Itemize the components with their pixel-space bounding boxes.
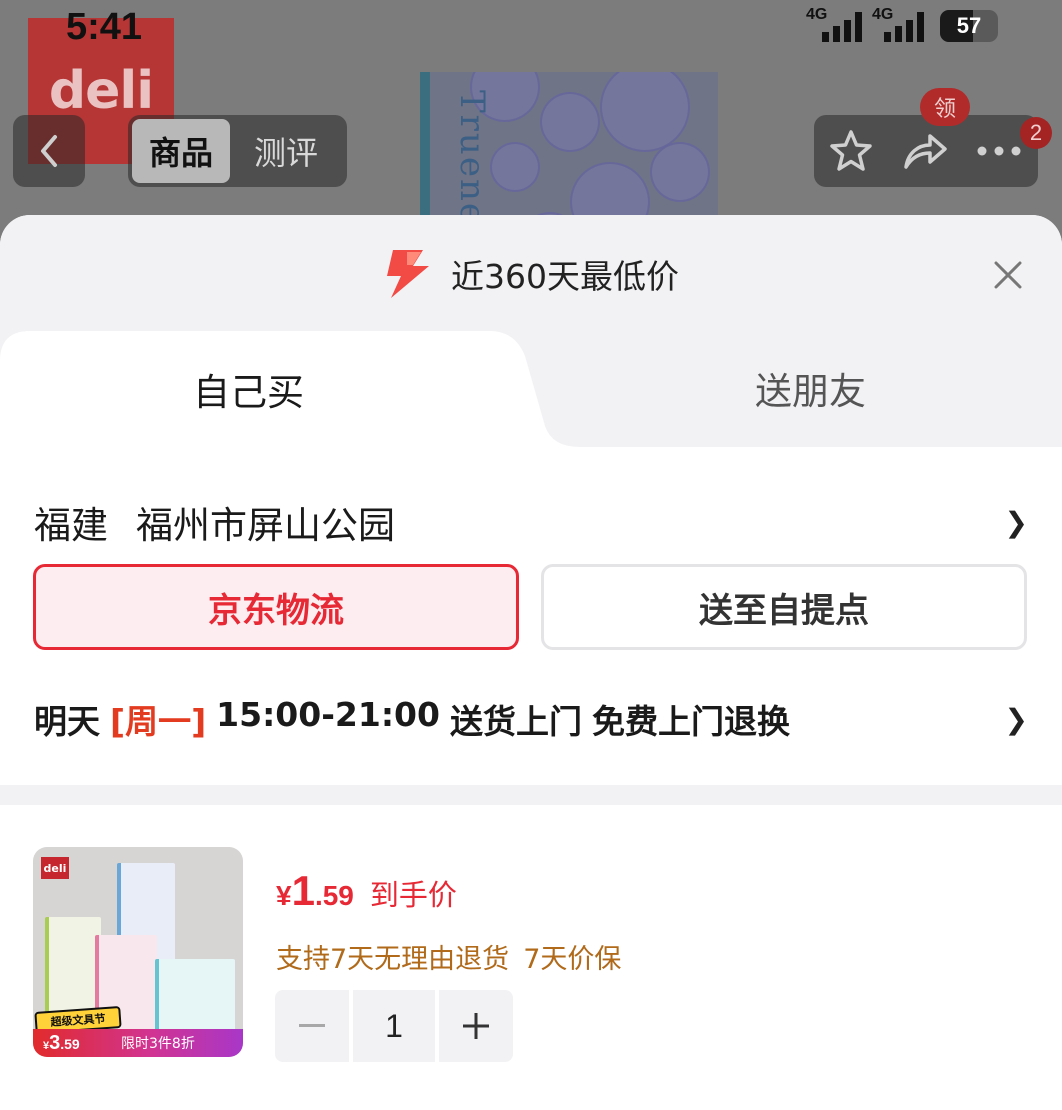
page-tabs: 商品 测评 — [128, 115, 347, 187]
thumb-promo-text: 限时3件8折 — [121, 1036, 195, 1052]
chevron-right-icon: ❯ — [1004, 702, 1028, 736]
address-row[interactable]: 福建 福州市屏山公园 ❯ — [34, 495, 1028, 549]
tab-product[interactable]: 商品 — [132, 119, 230, 183]
battery-level: 57 — [956, 13, 982, 38]
battery-icon: 57 — [940, 10, 998, 42]
increase-button[interactable] — [439, 990, 513, 1062]
minus-icon — [299, 1024, 325, 1027]
lowest-price-banner: 近360天最低价 — [0, 241, 1062, 307]
lightning-icon — [387, 250, 429, 298]
coupon-badge[interactable]: 领 — [920, 88, 970, 126]
delivery-window: 15:00-21:00 — [216, 695, 440, 734]
quantity-stepper: 1 — [275, 990, 513, 1062]
tab-review[interactable]: 测评 — [230, 119, 342, 183]
thumb-book-cyan — [155, 959, 235, 1031]
delivery-info: 明天 [周一] 15:00-21:00 送货上门 免费上门退换 — [34, 695, 790, 743]
shipping-option-pickup-point[interactable]: 送至自提点 — [541, 564, 1027, 650]
quantity-input[interactable]: 1 — [353, 990, 435, 1062]
thumb-promo-price: ¥3.59 — [33, 1032, 121, 1055]
price-label: 到手价 — [369, 878, 457, 912]
shipping-option-jd-logistics[interactable]: 京东物流 — [33, 564, 519, 650]
message-count-badge: 2 — [1020, 117, 1052, 149]
brand-logo-text: deli — [48, 61, 154, 121]
service-price-protection: 7天价保 — [523, 944, 622, 975]
more-icon — [977, 146, 1021, 156]
decrease-button[interactable] — [275, 990, 349, 1062]
product-thumbnail[interactable]: deli 超级文具节 ¥3.59 限时3件8折 — [33, 847, 243, 1057]
signal-icon-1 — [822, 10, 862, 42]
close-button[interactable] — [988, 255, 1028, 295]
address-province: 福建 — [34, 504, 108, 547]
share-icon — [904, 134, 947, 169]
price-row: ¥1.59 到手价 — [276, 867, 457, 915]
star-icon — [830, 130, 872, 171]
delivery-weekday: [周一] — [110, 702, 207, 741]
price-currency: ¥ — [276, 880, 292, 911]
thumb-promo-dec: .59 — [60, 1035, 80, 1052]
clock: 5:41 — [66, 6, 143, 48]
thumb-promo-int: 3 — [49, 1031, 61, 1054]
chevron-right-icon: ❯ — [1004, 505, 1028, 539]
plus-icon — [463, 1013, 489, 1039]
close-icon — [994, 261, 1022, 289]
price-decimal: .59 — [314, 880, 354, 911]
delivery-day: 明天 — [34, 702, 100, 741]
address-detail: 福州市屏山公园 — [136, 504, 395, 547]
price-integer: 1 — [291, 867, 315, 914]
back-button[interactable] — [13, 115, 85, 187]
section-divider — [0, 785, 1062, 805]
delivery-returns: 免费上门退换 — [591, 702, 790, 741]
chevron-left-icon — [41, 135, 57, 167]
address: 福建 福州市屏山公园 — [34, 495, 395, 549]
product-photo-title: Truene — [452, 90, 492, 225]
service-return-policy: 支持7天无理由退货 — [276, 944, 510, 975]
delivery-service: 送货上门 — [449, 702, 582, 741]
banner-text: 近360天最低价 — [451, 257, 679, 296]
purchase-sheet: 近360天最低价 自己买 送朋友 福建 福州市屏山公园 ❯ 京东物流 送至自提点… — [0, 215, 1062, 1110]
status-bar: 5:41 4G 4G 57 — [0, 0, 1062, 56]
tab-send-to-friend[interactable]: 送朋友 — [755, 361, 866, 415]
final-price: ¥1.59 — [276, 867, 354, 915]
service-guarantees: 支持7天无理由退货 7天价保 — [276, 937, 621, 976]
delivery-time-row[interactable]: 明天 [周一] 15:00-21:00 送货上门 免费上门退换 ❯ — [34, 695, 1028, 743]
signal-icon-2 — [884, 10, 924, 42]
favorite-button[interactable] — [814, 115, 888, 187]
thumb-promo-bar: ¥3.59 限时3件8折 — [33, 1029, 243, 1057]
header-actions — [814, 115, 1038, 187]
thumb-brand-logo: deli — [41, 857, 69, 879]
tab-buy-for-self[interactable]: 自己买 — [0, 331, 560, 447]
